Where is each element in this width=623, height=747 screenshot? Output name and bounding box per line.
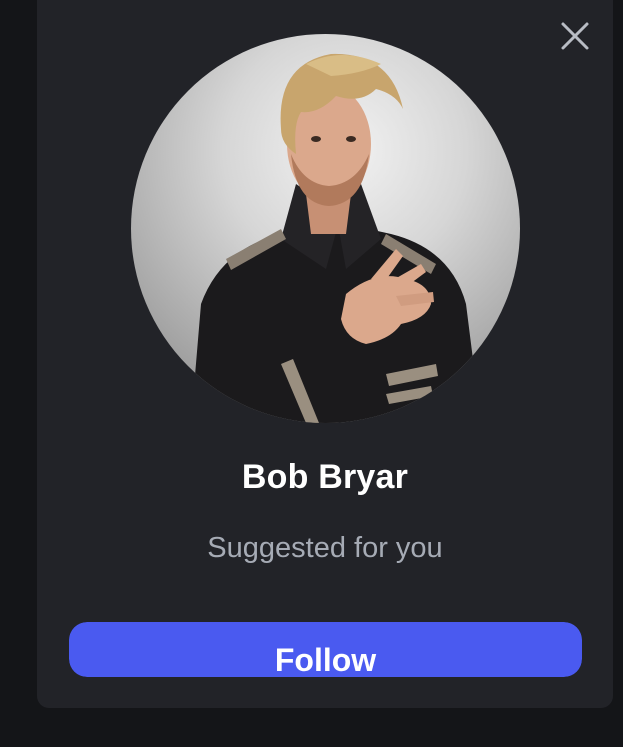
follow-button-clip: Follow: [69, 622, 582, 677]
follow-button[interactable]: Follow: [69, 622, 582, 677]
close-icon: [561, 22, 589, 50]
avatar-photo: [191, 53, 481, 423]
profile-name[interactable]: Bob Bryar: [37, 458, 613, 497]
follow-button-label: Follow: [274, 642, 377, 677]
suggestion-subtitle: Suggested for you: [207, 532, 443, 564]
page: Bob Bryar Suggested for you Follow: [0, 0, 623, 747]
close-button[interactable]: [557, 18, 593, 54]
avatar[interactable]: [131, 34, 520, 423]
suggestion-card: Bob Bryar Suggested for you Follow: [37, 0, 613, 708]
